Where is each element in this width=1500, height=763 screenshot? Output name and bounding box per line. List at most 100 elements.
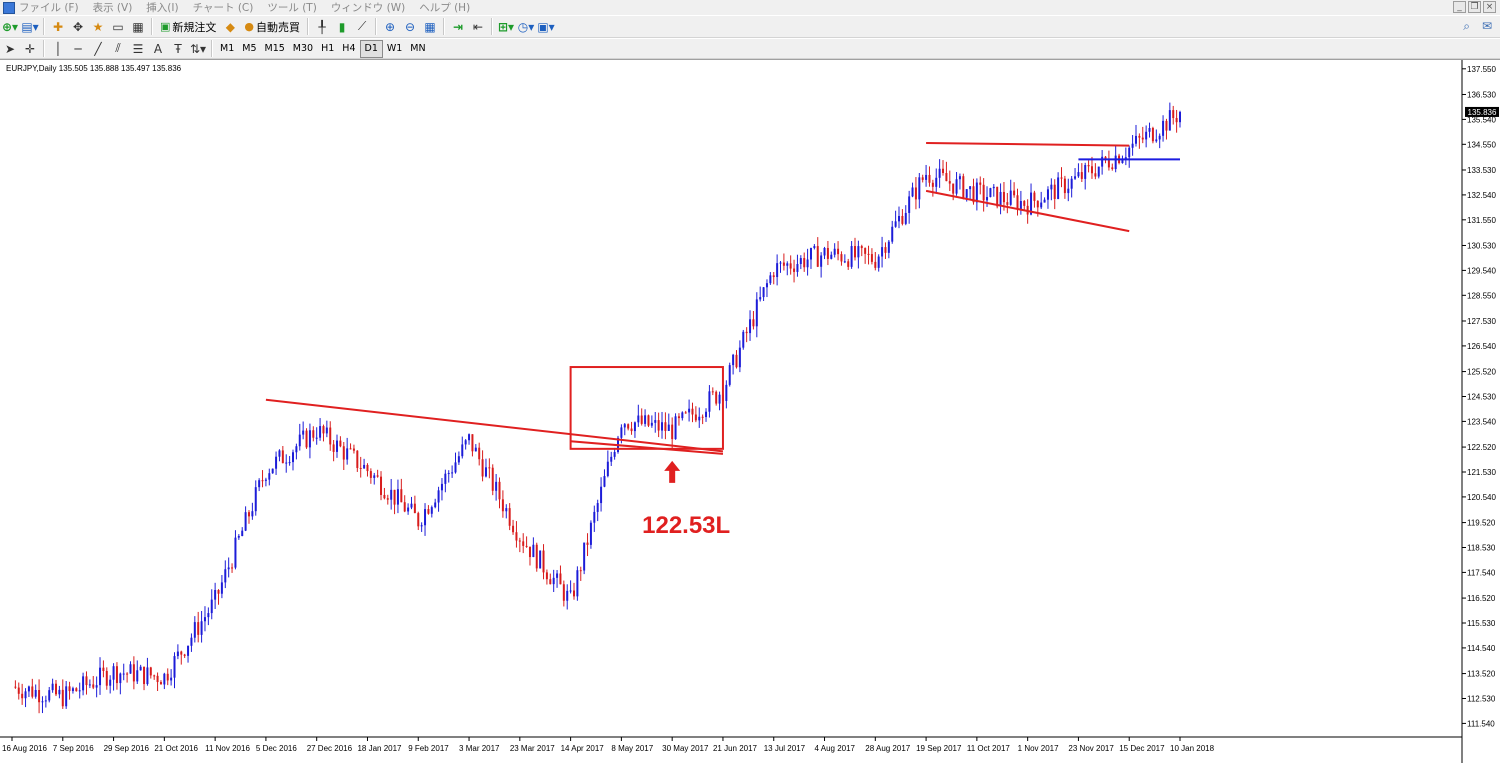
candle-body (17, 687, 20, 694)
candle-body (705, 411, 708, 418)
tile-windows-icon[interactable]: ▦ (421, 18, 439, 36)
zoom-out-icon[interactable]: ⊖ (401, 18, 419, 36)
candle-body (989, 188, 992, 198)
menu-window[interactable]: ウィンドウ (W) (331, 0, 405, 15)
price-tick-label: 134.550 (1467, 140, 1496, 149)
channel-icon[interactable]: ⫽ (109, 40, 127, 58)
price-chart[interactable]: 137.550136.530135.540134.550133.530132.5… (0, 60, 1500, 763)
zoom-in-icon[interactable]: ⊕ (381, 18, 399, 36)
line-chart-icon[interactable]: ⟋ (353, 18, 371, 36)
templates-icon[interactable]: ▣▾ (537, 18, 555, 36)
crosshair-icon[interactable]: ✛ (21, 40, 39, 58)
chat-icon[interactable]: ✉ (1482, 19, 1492, 34)
navigator-icon[interactable]: ★ (89, 18, 107, 36)
bar-chart-icon[interactable]: ╀ (313, 18, 331, 36)
candle-body (650, 422, 653, 426)
candle-body (681, 412, 684, 419)
price-tick-label: 129.540 (1467, 266, 1496, 275)
candle-body (901, 215, 904, 224)
candle-body (451, 472, 454, 474)
timeframe-w1[interactable]: W1 (383, 41, 406, 57)
time-tick-label: 21 Oct 2016 (154, 744, 198, 753)
fibonacci-icon[interactable]: ☰ (129, 40, 147, 58)
profiles-icon[interactable]: ▤▾ (21, 18, 39, 36)
time-tick-label: 29 Sep 2016 (104, 744, 150, 753)
time-tick-label: 5 Dec 2016 (256, 744, 297, 753)
timeframe-d1[interactable]: D1 (359, 39, 383, 58)
arrows-icon[interactable]: ⇅▾ (189, 40, 207, 58)
candle-body (224, 569, 227, 583)
data-window-icon[interactable]: ✥ (69, 18, 87, 36)
timeframe-m15[interactable]: M15 (261, 41, 289, 57)
candle-body (657, 420, 660, 431)
chart-shift-icon[interactable]: ⇤ (469, 18, 487, 36)
minimize-icon[interactable]: _ (1453, 1, 1466, 13)
trendline-icon[interactable]: ╱ (89, 40, 107, 58)
menu-bar: ファイル (F) 表示 (V) 挿入(I) チャート (C) ツール (T) ウ… (0, 0, 1500, 15)
candle-body (38, 689, 41, 703)
vertical-line-icon[interactable]: │ (49, 40, 67, 58)
timeframe-mn[interactable]: MN (406, 41, 429, 57)
candle-body (867, 253, 870, 255)
candle-body (92, 684, 95, 688)
menu-view[interactable]: 表示 (V) (93, 0, 133, 15)
price-tick-label: 113.520 (1467, 670, 1496, 679)
candle-body (329, 427, 332, 445)
menu-insert[interactable]: 挿入(I) (146, 0, 178, 15)
price-tick-label: 130.530 (1467, 241, 1496, 250)
timeframe-h4[interactable]: H4 (338, 41, 359, 57)
timeframe-h1[interactable]: H1 (317, 41, 338, 57)
candle-body (1158, 135, 1161, 140)
candle-body (837, 248, 840, 255)
candle-body (132, 664, 135, 682)
search-icon[interactable]: ⌕ (1463, 19, 1470, 34)
trendline[interactable] (265, 398, 724, 453)
periods-icon[interactable]: ◷▾ (517, 18, 535, 36)
candle-body (823, 247, 826, 256)
candle-body (315, 437, 318, 439)
horizontal-line-icon[interactable]: ─ (69, 40, 87, 58)
candle-body (715, 391, 718, 404)
trendline[interactable] (926, 142, 1130, 147)
candle-body (420, 525, 423, 527)
candle-body (122, 673, 125, 675)
candle-body (1002, 191, 1005, 203)
market-watch-icon[interactable]: ✚ (49, 18, 67, 36)
indicators-icon[interactable]: ⊞▾ (497, 18, 515, 36)
meta-editor-icon[interactable]: ◆ (221, 18, 239, 36)
candle-body (843, 261, 846, 263)
candle-body (82, 676, 85, 691)
menu-tools[interactable]: ツール (T) (267, 0, 316, 15)
candle-body (447, 473, 450, 475)
strategy-tester-icon[interactable]: ▦ (129, 18, 147, 36)
candle-body (288, 462, 291, 464)
timeframe-m30[interactable]: M30 (289, 41, 317, 57)
cursor-icon[interactable]: ➤ (1, 40, 19, 58)
new-chart-icon[interactable]: ⊕▾ (1, 18, 19, 36)
candle-body (667, 424, 670, 431)
terminal-icon[interactable]: ▭ (109, 18, 127, 36)
candle-body (339, 440, 342, 447)
new-order-button[interactable]: ▣ 新規注文 (157, 18, 219, 36)
auto-trade-button[interactable]: ● 自動売買 (241, 18, 303, 36)
menu-chart[interactable]: チャート (C) (193, 0, 254, 15)
restore-icon[interactable]: ❐ (1468, 1, 1481, 13)
candle-body (986, 197, 989, 201)
candlestick-icon[interactable]: ▮ (333, 18, 351, 36)
candle-body (1036, 200, 1039, 208)
auto-scroll-icon[interactable]: ⇥ (449, 18, 467, 36)
menu-help[interactable]: ヘルプ (H) (419, 0, 470, 15)
timeframe-m5[interactable]: M5 (238, 41, 260, 57)
close-icon[interactable]: × (1483, 1, 1496, 13)
candle-body (180, 651, 183, 655)
text-icon[interactable]: A (149, 40, 167, 58)
candle-body (105, 670, 108, 686)
trendline[interactable] (925, 189, 1130, 233)
timeframe-m1[interactable]: M1 (216, 41, 238, 57)
candle-body (640, 415, 643, 424)
chart-window[interactable]: 137.550 136.530 135.540 134.550 133.530 132.5… (0, 59, 1500, 763)
menu-file[interactable]: ファイル (F) (19, 0, 79, 15)
objects-toolbar: ➤ ✛ │ ─ ╱ ⫽ ☰ A Ŧ ⇅▾ M1 M5 M15 M30 H1 H4… (0, 38, 1500, 59)
candle-body (1016, 195, 1019, 210)
text-label-icon[interactable]: Ŧ (169, 40, 187, 58)
